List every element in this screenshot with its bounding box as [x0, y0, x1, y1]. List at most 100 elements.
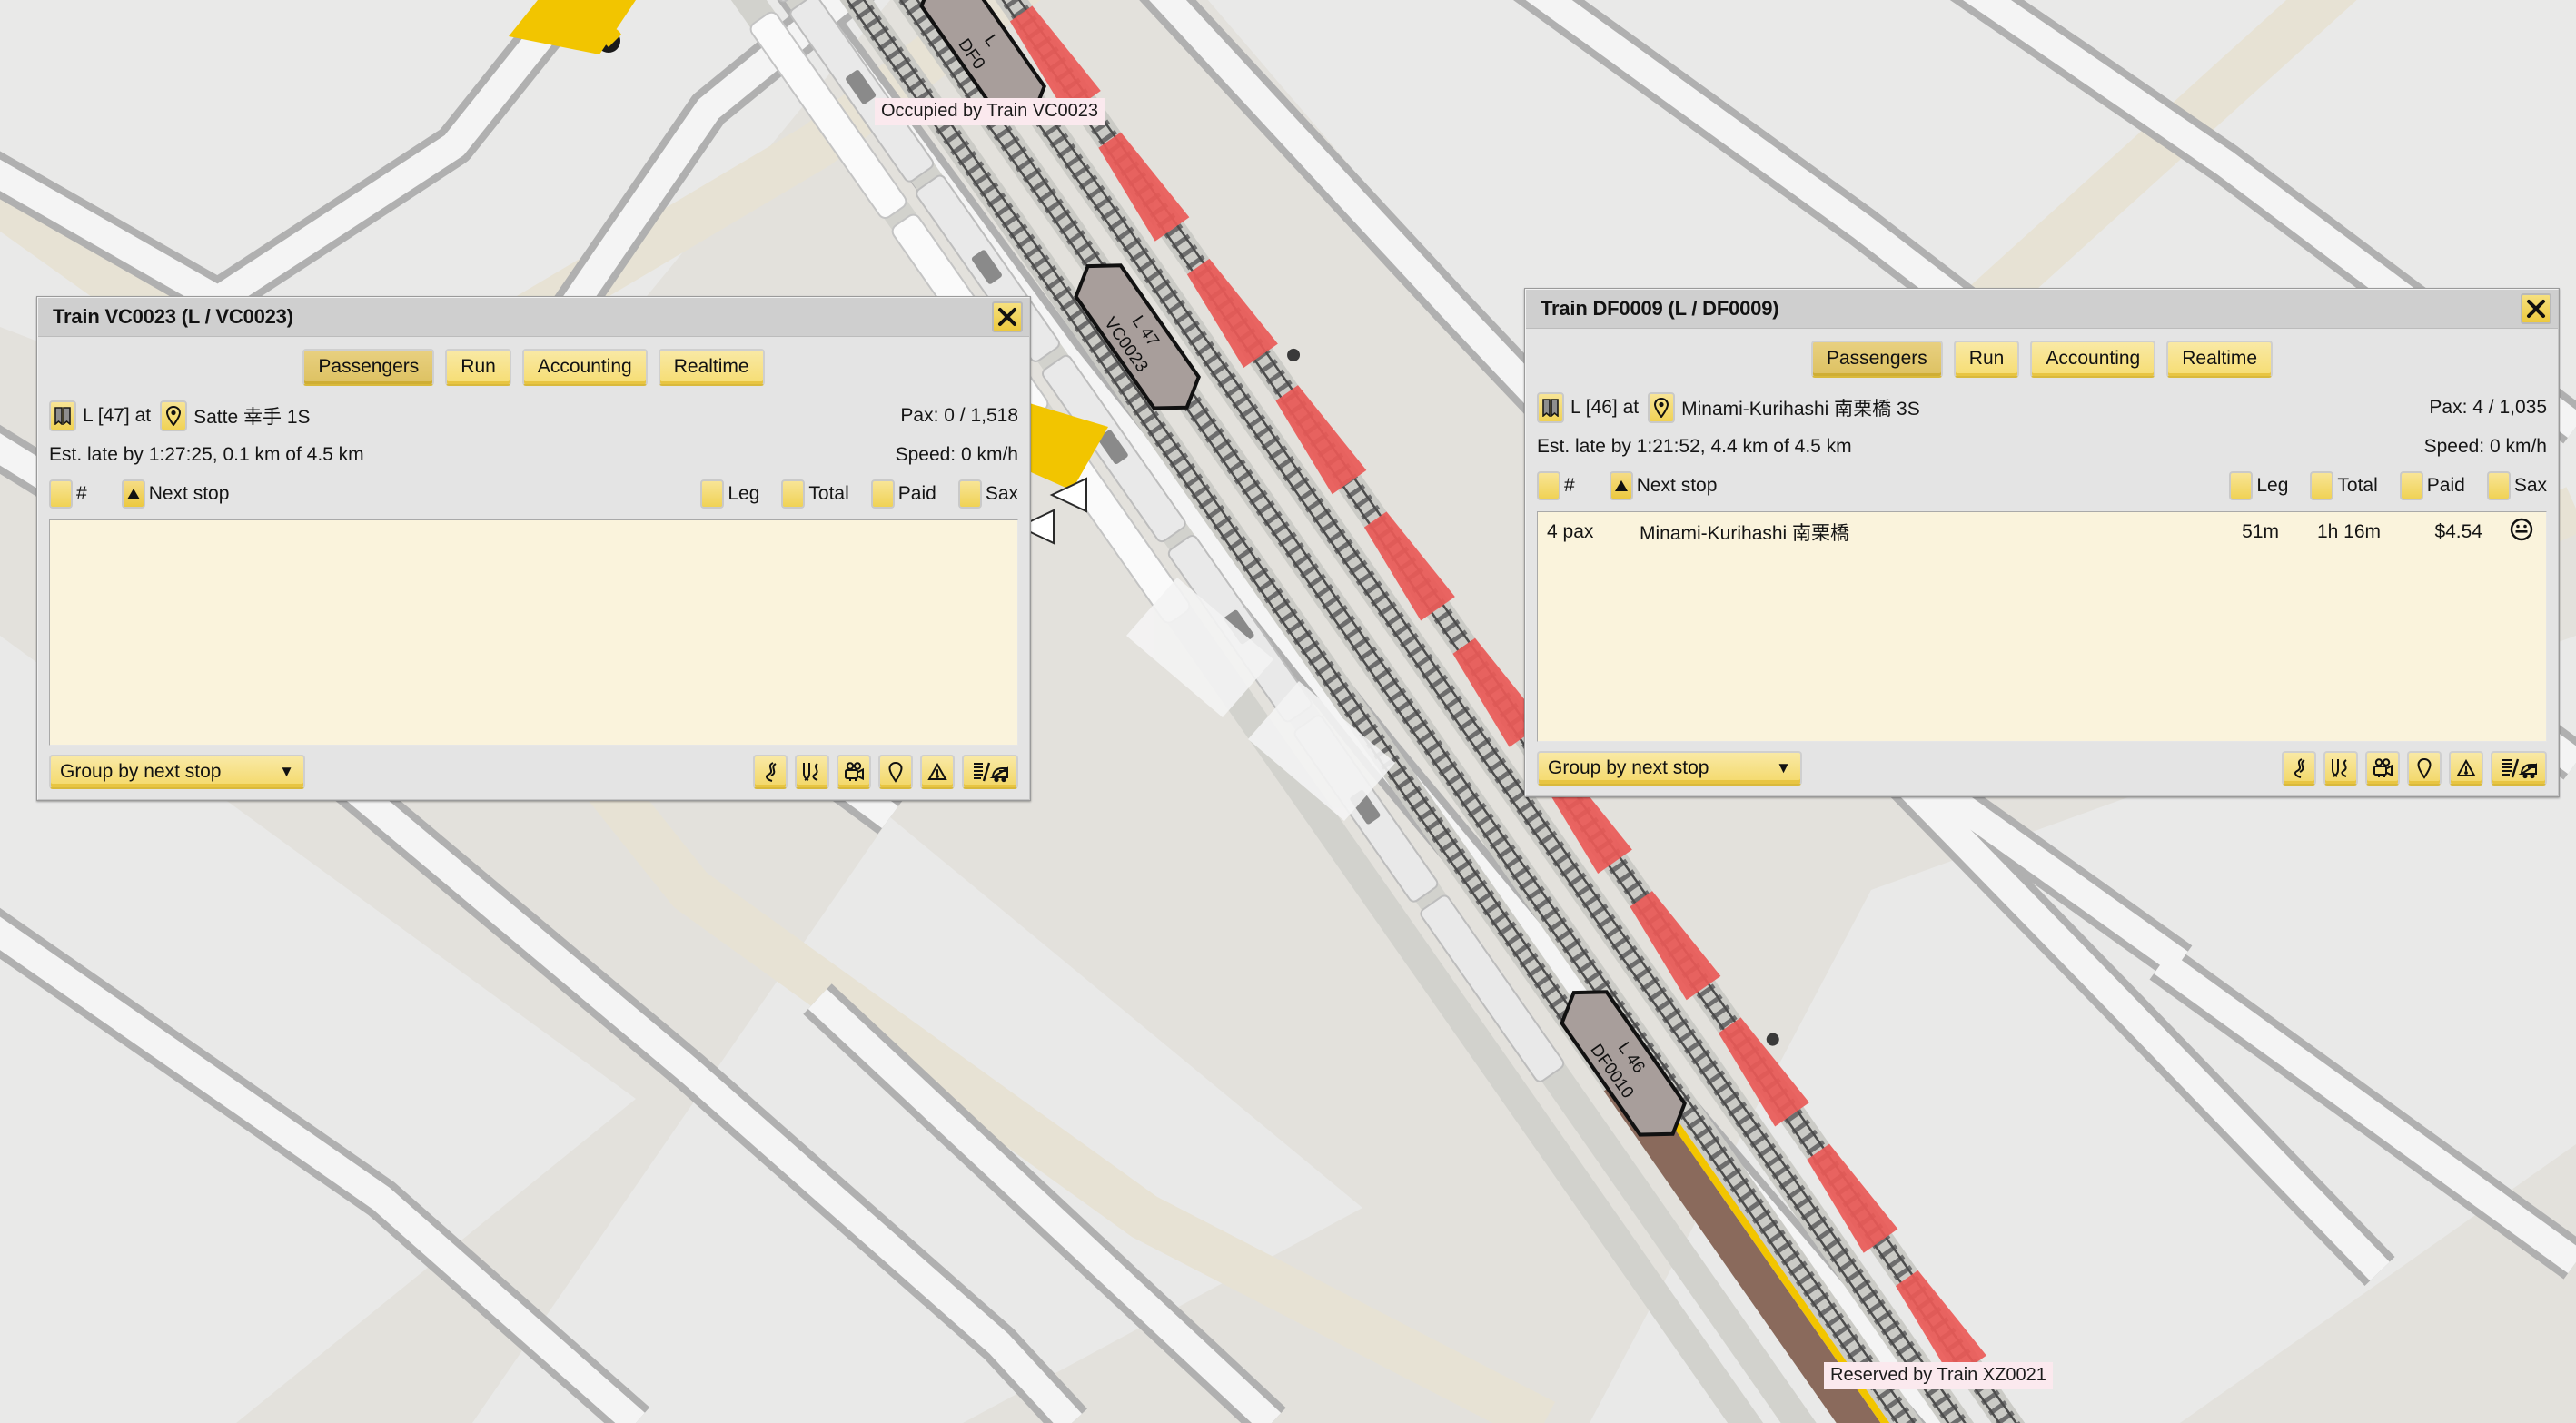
table-row[interactable]: 4 pax Minami-Kurihashi 南栗橋 51m 1h 16m $4… — [1538, 512, 2546, 547]
pax-count: Pax: 0 / 1,518 — [900, 405, 1018, 427]
row-paid: $4.54 — [2381, 521, 2482, 543]
panel-titlebar: Train DF0009 (L / DF0009) — [1526, 290, 2558, 329]
group-by-select[interactable]: Group by next stop ▼ — [1537, 751, 1802, 786]
column-num[interactable]: # — [49, 479, 87, 509]
column-total-label: Total — [2337, 475, 2377, 497]
camera-icon[interactable] — [2365, 751, 2400, 786]
column-paid-label: Paid — [898, 483, 936, 505]
column-total-label: Total — [808, 483, 848, 505]
column-sax-checkbox[interactable] — [958, 479, 982, 509]
column-num-label: # — [76, 483, 87, 505]
column-leg[interactable]: Leg — [700, 479, 759, 509]
column-leg-label: Leg — [2256, 475, 2288, 497]
tab-run[interactable]: Run — [1954, 341, 2020, 378]
column-leg[interactable]: Leg — [2229, 471, 2288, 500]
column-paid-checkbox[interactable] — [2400, 471, 2423, 500]
tab-accounting[interactable]: Accounting — [522, 349, 648, 386]
eta-label: Est. late by 1:27:25, 0.1 km of 4.5 km — [49, 444, 364, 466]
column-sax-label: Sax — [2514, 475, 2547, 497]
train-depart-icon[interactable] — [962, 755, 1018, 789]
column-paid-label: Paid — [2427, 475, 2465, 497]
line-book-icon[interactable] — [1537, 392, 1564, 423]
group-by-select[interactable]: Group by next stop ▼ — [49, 755, 305, 789]
column-total[interactable]: Total — [781, 479, 848, 509]
column-leg-checkbox[interactable] — [700, 479, 724, 509]
column-next-stop-label: Next stop — [1637, 475, 1718, 497]
column-sax-checkbox[interactable] — [2487, 471, 2511, 500]
group-by-label: Group by next stop — [1548, 757, 1761, 779]
pax-count: Pax: 4 / 1,035 — [2429, 397, 2547, 419]
column-total-checkbox[interactable] — [781, 479, 805, 509]
tab-passengers[interactable]: Passengers — [302, 349, 434, 386]
column-num-checkbox[interactable] — [1537, 471, 1560, 500]
line-book-icon[interactable] — [49, 400, 76, 431]
tab-bar: Passengers Run Accounting Realtime — [1537, 341, 2547, 378]
neutral-face-icon — [2482, 518, 2533, 547]
warning-icon[interactable] — [2449, 751, 2483, 786]
status-row: Est. late by 1:21:52, 4.4 km of 4.5 km S… — [1537, 436, 2547, 458]
column-next-stop[interactable]: Next stop — [122, 479, 230, 509]
close-icon[interactable] — [2521, 293, 2551, 324]
column-leg-checkbox[interactable] — [2229, 471, 2253, 500]
pin-icon[interactable] — [160, 400, 187, 431]
train-info-row: L [46] at Minami-Kurihashi 南栗橋 3S Pax: 4… — [1537, 392, 2547, 423]
panel-title: Train VC0023 (L / VC0023) — [53, 305, 293, 329]
column-num-checkbox[interactable] — [49, 479, 73, 509]
route-icon[interactable] — [2282, 751, 2316, 786]
panel-title: Train DF0009 (L / DF0009) — [1541, 297, 1778, 321]
pin-icon[interactable] — [1648, 392, 1675, 423]
column-total-checkbox[interactable] — [2310, 471, 2333, 500]
column-paid[interactable]: Paid — [871, 479, 936, 509]
column-sort-asc-icon[interactable] — [1610, 471, 1633, 500]
column-sort-asc-icon[interactable] — [122, 479, 145, 509]
tab-realtime[interactable]: Realtime — [659, 349, 765, 386]
row-leg: 51m — [2214, 521, 2279, 543]
tab-accounting[interactable]: Accounting — [2030, 341, 2155, 378]
chevron-down-icon: ▼ — [1776, 759, 1791, 777]
column-sax[interactable]: Sax — [2487, 471, 2547, 500]
column-next-stop[interactable]: Next stop — [1610, 471, 1718, 500]
row-total: 1h 16m — [2279, 521, 2381, 543]
panel-footer: Group by next stop ▼ — [49, 746, 1018, 799]
train-panel-df0009[interactable]: Train DF0009 (L / DF0009) Passengers Run… — [1524, 288, 2560, 797]
route-branch-icon[interactable] — [2323, 751, 2358, 786]
passenger-list[interactable]: 4 pax Minami-Kurihashi 南栗橋 51m 1h 16m $4… — [1537, 511, 2547, 742]
tab-passengers[interactable]: Passengers — [1811, 341, 1943, 378]
tab-run[interactable]: Run — [445, 349, 511, 386]
column-header-row: # Next stop Leg — [49, 479, 1018, 509]
column-num[interactable]: # — [1537, 471, 1575, 500]
eta-label: Est. late by 1:21:52, 4.4 km of 4.5 km — [1537, 436, 1852, 458]
route-branch-icon[interactable] — [795, 755, 829, 789]
column-sax[interactable]: Sax — [958, 479, 1018, 509]
line-label: L [47] at — [83, 405, 151, 427]
column-leg-label: Leg — [728, 483, 759, 505]
train-info-row: L [47] at Satte 幸手 1S Pax: 0 / 1,518 — [49, 400, 1018, 431]
tab-bar: Passengers Run Accounting Realtime — [49, 349, 1018, 386]
column-paid-checkbox[interactable] — [871, 479, 895, 509]
warning-icon[interactable] — [920, 755, 955, 789]
speed-label: Speed: 0 km/h — [896, 444, 1018, 466]
column-num-label: # — [1564, 475, 1575, 497]
camera-icon[interactable] — [837, 755, 871, 789]
map-label-occupied: Occupied by Train VC0023 — [875, 98, 1105, 125]
pin-icon[interactable] — [2407, 751, 2442, 786]
status-row: Est. late by 1:27:25, 0.1 km of 4.5 km S… — [49, 444, 1018, 466]
speed-label: Speed: 0 km/h — [2424, 436, 2547, 458]
column-sax-label: Sax — [986, 483, 1018, 505]
station-label: Satte 幸手 1S — [193, 402, 310, 430]
route-icon[interactable] — [753, 755, 788, 789]
close-icon[interactable] — [992, 301, 1023, 332]
column-paid[interactable]: Paid — [2400, 471, 2465, 500]
passenger-list[interactable] — [49, 519, 1018, 746]
column-total[interactable]: Total — [2310, 471, 2377, 500]
panel-footer: Group by next stop ▼ — [1537, 742, 2547, 795]
tab-realtime[interactable]: Realtime — [2166, 341, 2273, 378]
station-label: Minami-Kurihashi 南栗橋 3S — [1681, 394, 1920, 421]
train-panel-vc0023[interactable]: Train VC0023 (L / VC0023) Passengers Run… — [36, 296, 1031, 801]
pin-icon[interactable] — [878, 755, 913, 789]
panel-titlebar: Train VC0023 (L / VC0023) — [38, 298, 1029, 337]
chevron-down-icon: ▼ — [279, 763, 294, 781]
column-header-row: # Next stop Leg — [1537, 471, 2547, 500]
train-depart-icon[interactable] — [2491, 751, 2547, 786]
column-next-stop-label: Next stop — [149, 483, 230, 505]
